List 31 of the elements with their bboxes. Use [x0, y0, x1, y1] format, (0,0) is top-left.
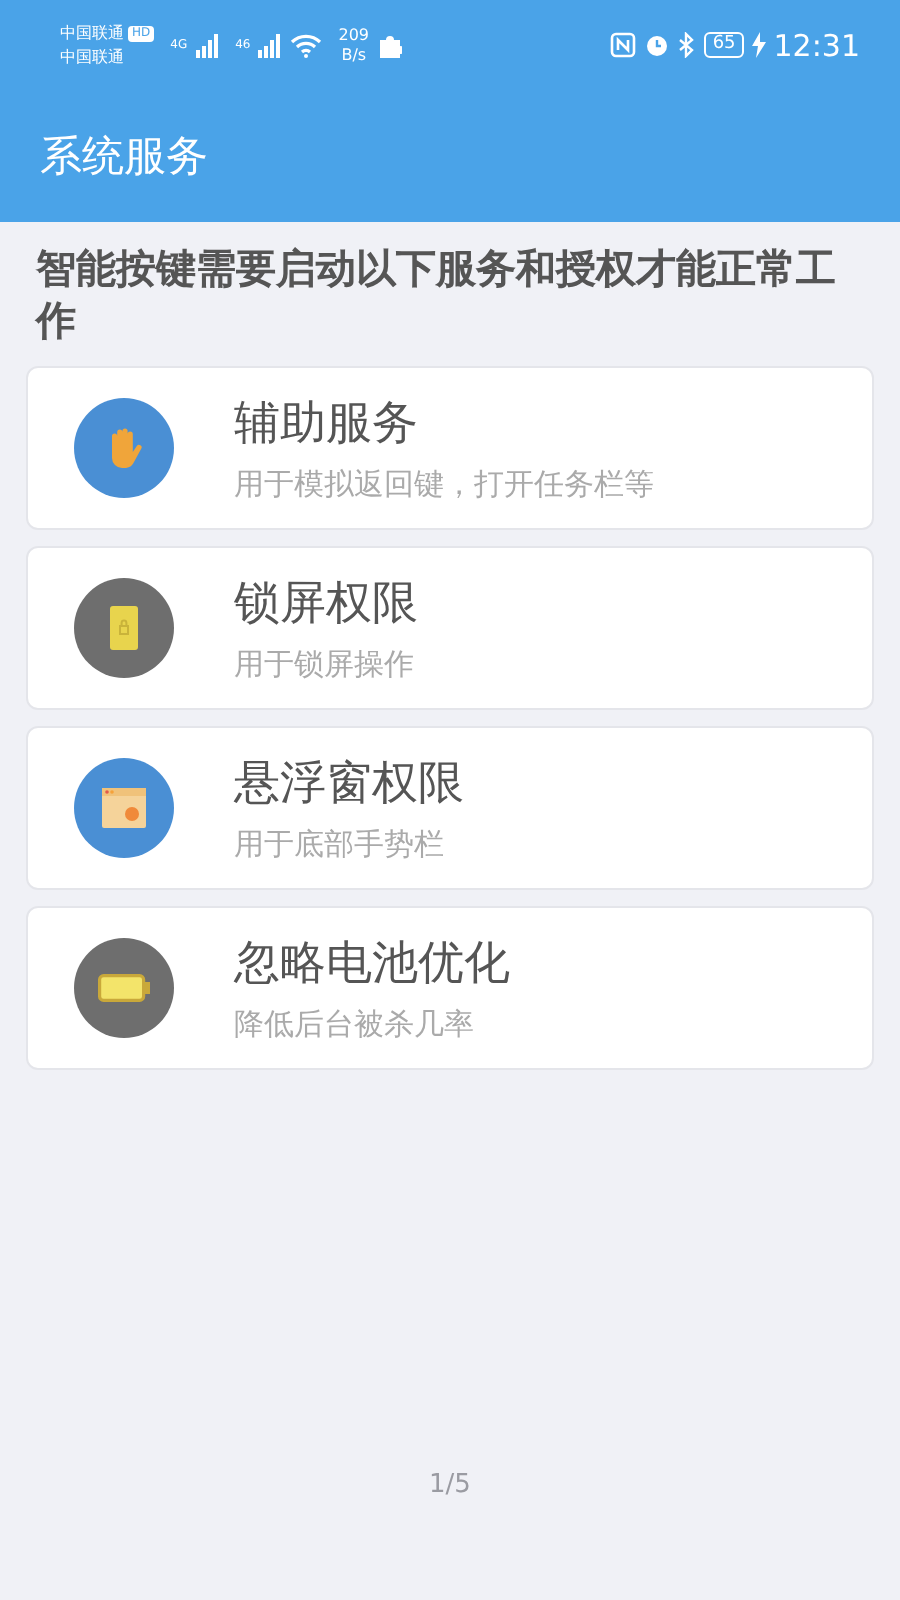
service-card[interactable]: 辅助服务 用于模拟返回键，打开任务栏等: [26, 366, 874, 530]
battery-icon: [98, 974, 150, 1002]
service-title: 辅助服务: [234, 396, 420, 454]
window-icon: [102, 788, 146, 828]
service-title: 锁屏权限: [234, 576, 418, 634]
speed-unit: B/s: [341, 45, 367, 65]
carrier-name: 中国联通: [60, 45, 126, 69]
bluetooth-icon: [678, 32, 697, 58]
service-description: 降低后台被杀几率: [234, 1006, 476, 1044]
signal-icon: [195, 33, 220, 57]
signal-icon: [258, 33, 283, 57]
phone-lock-icon: [110, 606, 138, 650]
service-description: 用于模拟返回键，打开任务栏等: [234, 466, 654, 504]
service-title: 悬浮窗权限: [234, 756, 464, 814]
battery-level: 65: [704, 32, 744, 58]
screen-title: 系统服务: [40, 130, 208, 184]
service-card[interactable]: 悬浮窗权限 用于底部手势栏: [26, 726, 874, 890]
charging-icon: [751, 32, 766, 58]
service-card[interactable]: 忽略电池优化 降低后台被杀几率: [26, 906, 874, 1070]
service-description: 用于底部手势栏: [234, 826, 446, 864]
service-card[interactable]: 锁屏权限 用于锁屏操作: [26, 546, 874, 710]
carrier-name: 中国联通: [60, 21, 124, 45]
service-description: 用于锁屏操作: [234, 646, 416, 684]
nfc-icon: [610, 32, 637, 58]
intro-text: 智能按键需要启动以下服务和授权才能正常工作: [36, 242, 838, 346]
clock-time: 12:31: [773, 27, 860, 63]
alarm-icon: [644, 32, 671, 58]
wifi-icon: [290, 33, 323, 57]
speed-value: 209: [338, 25, 370, 45]
page-indicator: 1/5: [429, 1470, 471, 1500]
service-title: 忽略电池优化: [234, 936, 510, 994]
